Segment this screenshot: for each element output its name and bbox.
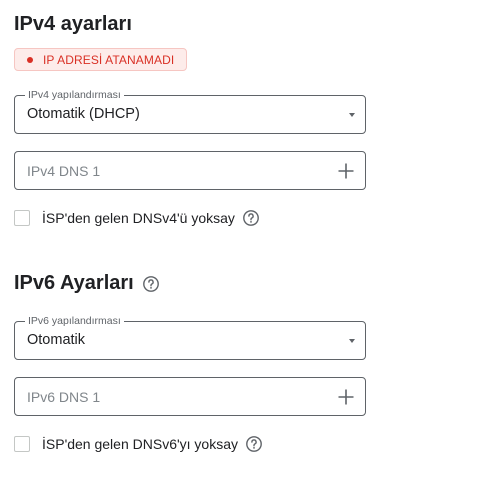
help-circle-icon[interactable] (245, 435, 263, 453)
ipv6-title-text: IPv6 Ayarları (14, 272, 134, 294)
ipv4-config-value: Otomatik (DHCP) (27, 106, 140, 122)
ipv4-title-text: IPv4 ayarları (14, 13, 132, 35)
ipv4-status-badge: IP ADRESİ ATANAMADI (14, 48, 188, 71)
ipv6-section-title: IPv6 Ayarları (14, 272, 160, 295)
ipv4-status-text: IP ADRESİ ATANAMADI (43, 52, 175, 67)
ipv4-ignore-isp-label[interactable]: İSP'den gelen DNSv4'ü yoksay (42, 210, 235, 226)
ipv6-config-label: IPv6 yapılandırması (25, 315, 124, 327)
ipv6-ignore-isp-row: İSP'den gelen DNSv6'yı yoksay (14, 435, 263, 453)
ipv6-ignore-isp-checkbox[interactable] (14, 436, 30, 452)
help-circle-icon[interactable] (242, 209, 260, 227)
ipv4-section-title: IPv4 ayarları (14, 13, 132, 36)
caret-down-icon (349, 113, 355, 117)
help-circle-icon[interactable] (142, 275, 160, 293)
ipv4-dns-field[interactable] (14, 151, 366, 190)
ipv6-dns-input[interactable] (27, 378, 317, 415)
ipv6-ignore-isp-label[interactable]: İSP'den gelen DNSv6'yı yoksay (42, 436, 238, 452)
plus-icon[interactable] (337, 388, 355, 406)
caret-down-icon (349, 339, 355, 343)
error-dot-icon (27, 56, 33, 63)
ipv4-config-label: IPv4 yapılandırması (25, 89, 124, 101)
ipv6-config-value: Otomatik (27, 332, 86, 348)
ipv6-config-select[interactable]: IPv6 yapılandırması Otomatik (14, 315, 366, 360)
ipv4-config-select[interactable]: IPv4 yapılandırması Otomatik (DHCP) (14, 89, 366, 134)
ipv6-dns-field[interactable] (14, 377, 366, 416)
ipv4-ignore-isp-checkbox[interactable] (14, 210, 30, 226)
ipv4-ignore-isp-row: İSP'den gelen DNSv4'ü yoksay (14, 209, 260, 227)
ipv4-dns-input[interactable] (27, 152, 317, 189)
plus-icon[interactable] (337, 162, 355, 180)
